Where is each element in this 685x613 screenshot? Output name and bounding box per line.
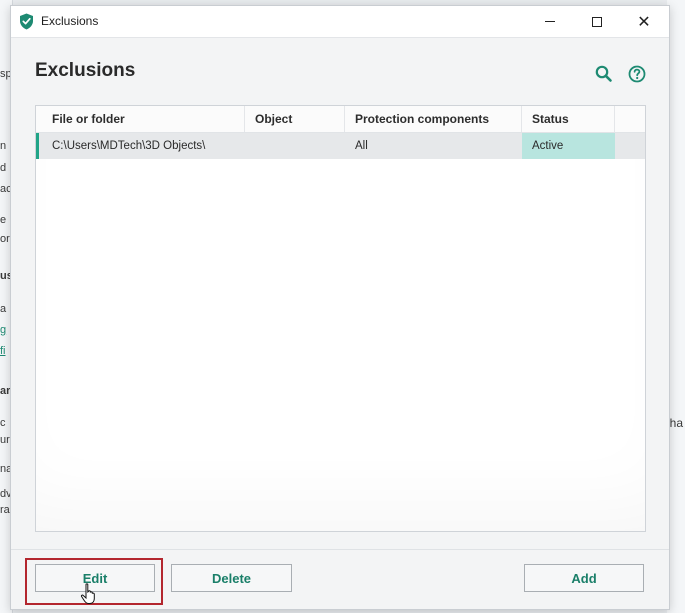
selected-row-indicator: [36, 133, 39, 159]
maximize-button[interactable]: [574, 6, 620, 37]
exclusions-table: File or folder Object Protection compone…: [35, 105, 646, 532]
search-icon[interactable]: [594, 64, 614, 84]
column-header-status[interactable]: Status: [522, 106, 615, 132]
title-bar[interactable]: Exclusions ✕: [11, 6, 669, 38]
cell-object: [245, 133, 345, 159]
minimize-icon: [545, 21, 555, 22]
column-header-file-or-folder[interactable]: File or folder: [42, 106, 245, 132]
exclusions-window: Exclusions ✕ Exclusions File or folder O…: [10, 5, 670, 610]
cell-protection-components: All: [355, 140, 368, 152]
table-header: File or folder Object Protection compone…: [36, 106, 645, 133]
minimize-button[interactable]: [527, 6, 573, 37]
cell-status: Active: [522, 133, 615, 159]
cell-file-or-folder: C:\Users\MDTech\3D Objects\: [52, 140, 206, 152]
help-icon[interactable]: [627, 64, 647, 84]
table-row[interactable]: C:\Users\MDTech\3D Objects\ All Active: [36, 133, 645, 159]
hand-cursor-icon: [80, 583, 95, 604]
shield-check-icon: [20, 13, 33, 30]
background-text-fragment: ha: [669, 416, 683, 430]
page-title: Exclusions: [35, 60, 136, 81]
column-header-filler: [615, 106, 645, 132]
close-icon: ✕: [637, 13, 651, 31]
footer-divider: [11, 549, 669, 550]
maximize-icon: [592, 16, 602, 27]
close-button[interactable]: ✕: [621, 6, 667, 37]
column-header-protection-components[interactable]: Protection components: [345, 106, 522, 132]
window-title: Exclusions: [41, 14, 99, 28]
delete-button[interactable]: Delete: [171, 564, 292, 592]
column-header-object[interactable]: Object: [245, 106, 345, 132]
add-button[interactable]: Add: [524, 564, 644, 592]
